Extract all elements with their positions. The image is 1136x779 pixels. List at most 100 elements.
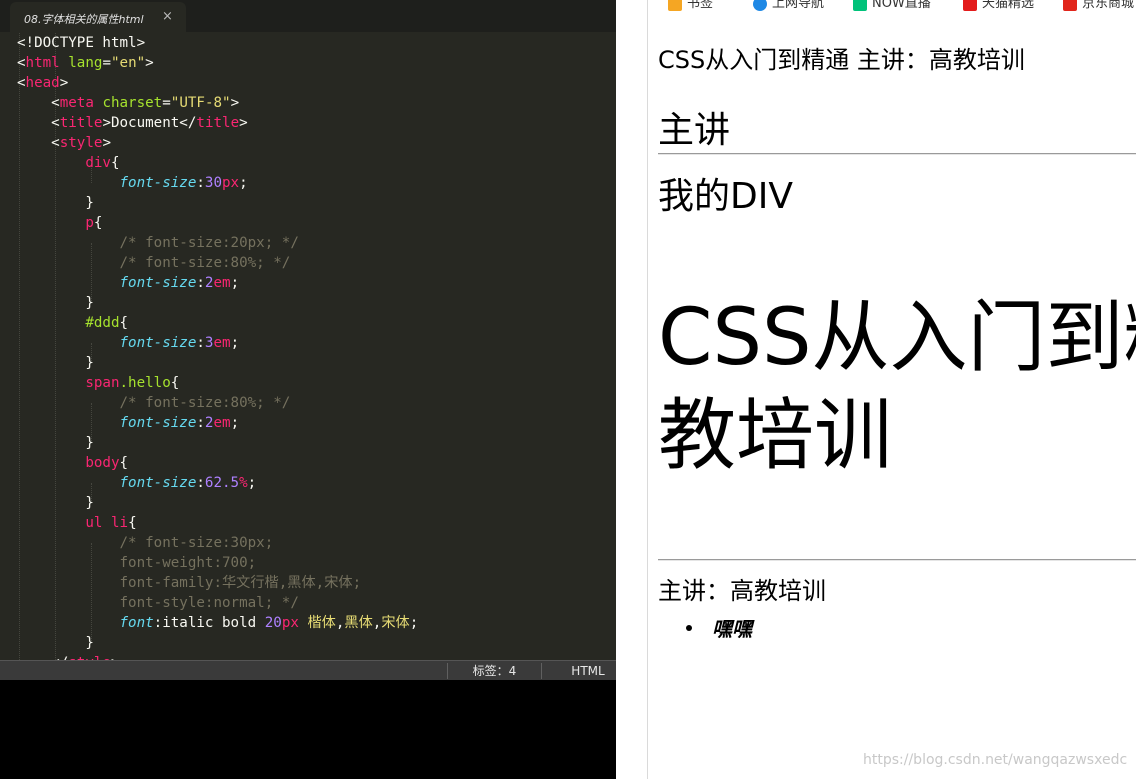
code-line: /* font-size:80%; */ xyxy=(17,393,291,413)
code-token: > xyxy=(102,135,111,151)
code-token: px xyxy=(281,615,299,631)
code-token: p xyxy=(85,215,94,231)
close-icon[interactable]: × xyxy=(162,9,173,24)
code-line: body{ xyxy=(17,453,128,473)
code-token: font-size xyxy=(119,335,197,351)
code-line: font:italic bold 20px 楷体,黑体,宋体; xyxy=(17,613,419,633)
code-token: } xyxy=(17,495,94,511)
code-token: .hello xyxy=(119,375,171,391)
bookmark-item[interactable]: 上网导航 xyxy=(753,0,824,11)
tab-file[interactable]: 08.字体相关的属性html × xyxy=(10,2,186,32)
code-token: "UTF-8" xyxy=(170,95,231,111)
code-token: charset xyxy=(102,95,163,111)
code-token: < xyxy=(17,115,60,131)
code-token: 20 xyxy=(264,615,282,631)
code-token: font xyxy=(119,615,154,631)
code-line: } xyxy=(17,353,94,373)
code-token: 宋体 xyxy=(381,615,410,631)
star-icon xyxy=(668,0,682,11)
code-token: font-size xyxy=(119,275,197,291)
bookmark-item[interactable]: 京东商城 xyxy=(1063,0,1134,11)
code-token: ; xyxy=(230,275,240,291)
code-token: div xyxy=(85,155,111,171)
code-token: em xyxy=(213,275,231,291)
bookmark-item[interactable]: 书签 xyxy=(668,0,713,11)
code-token: /* font-size:80%; */ xyxy=(119,255,291,271)
code-token: /* font-size:20px; */ xyxy=(119,235,299,251)
code-token: body xyxy=(85,455,120,471)
code-token: #ddd xyxy=(85,315,120,331)
code-token: font-family:华文行楷,黑体,宋体; xyxy=(119,575,362,591)
code-token: title xyxy=(196,115,240,131)
code-token: { xyxy=(119,455,129,471)
horizontal-rule xyxy=(658,559,1136,561)
watermark-text: https://blog.csdn.net/wangqazwsxedc xyxy=(863,752,1128,768)
status-bar: 标签：4 HTML xyxy=(0,660,640,681)
code-line: <style> xyxy=(17,133,111,153)
code-token: { xyxy=(110,155,120,171)
code-token: < xyxy=(17,95,60,111)
code-token: px xyxy=(222,175,240,191)
code-token: "en" xyxy=(110,55,146,71)
code-line: <meta charset="UTF-8"> xyxy=(17,93,239,113)
div-text: 我的DIV xyxy=(658,176,793,217)
code-token: : xyxy=(196,335,205,351)
code-token: { xyxy=(119,315,129,331)
code-token: : xyxy=(196,475,205,491)
code-token: /* font-size:80%; */ xyxy=(119,395,291,411)
tmall-icon xyxy=(963,0,977,11)
code-token: font-size xyxy=(119,475,197,491)
bookmark-label: NOW直播 xyxy=(872,0,931,11)
code-line: /* font-size:30px; xyxy=(17,533,274,553)
navigation-icon xyxy=(753,0,767,11)
code-token: >Document</ xyxy=(102,115,197,131)
code-token: { xyxy=(170,375,180,391)
bookmark-label: 书签 xyxy=(687,0,714,11)
code-area[interactable]: <!DOCTYPE html> <html lang="en"> <head> <m… xyxy=(0,33,626,660)
code-token: /* font-size:30px; xyxy=(119,535,274,551)
code-token: } xyxy=(17,295,94,311)
desktop-background xyxy=(0,680,616,779)
code-token: :italic bold xyxy=(153,615,265,631)
code-token: 62.5 xyxy=(204,475,240,491)
live-icon xyxy=(853,0,867,11)
code-line: p{ xyxy=(17,213,102,233)
code-token: span xyxy=(85,375,120,391)
code-token: } xyxy=(17,195,94,211)
code-token: = xyxy=(162,95,171,111)
code-token: ; xyxy=(239,175,248,191)
code-line: span.hello{ xyxy=(17,373,179,393)
code-editor-window: 08.字体相关的属性html × ▼ <!DOCTYPE html> <html … xyxy=(0,0,640,681)
code-token: ; xyxy=(247,475,257,491)
bookmark-item[interactable]: 天猫精选 xyxy=(963,0,1034,11)
code-token: em xyxy=(213,415,231,431)
bookmark-item[interactable]: NOW直播 xyxy=(853,0,931,11)
code-token: title xyxy=(59,115,103,131)
window-gap xyxy=(616,0,647,779)
code-token: ; xyxy=(409,615,419,631)
code-token: : xyxy=(196,275,205,291)
status-tab-size[interactable]: 标签：4 xyxy=(448,661,541,681)
code-token: em xyxy=(213,335,231,351)
bookmark-bar: 书签 上网导航 NOW直播 天猫精选 京东商城 xyxy=(648,0,1136,12)
code-token: meta xyxy=(59,95,94,111)
code-token: font-size xyxy=(119,175,197,191)
large-text-line-2: 教培训 xyxy=(658,391,893,481)
code-token: { xyxy=(93,215,103,231)
code-token: > xyxy=(239,115,248,131)
code-token: } xyxy=(17,435,94,451)
code-token: : xyxy=(196,175,205,191)
